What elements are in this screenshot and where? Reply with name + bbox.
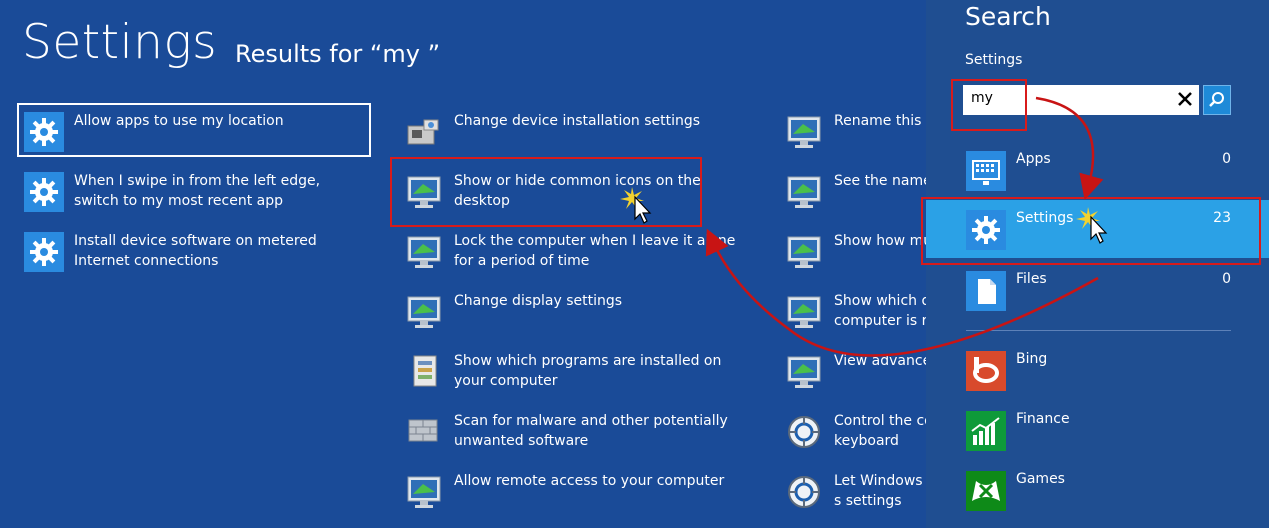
result-label: See the name — [834, 173, 926, 189]
result-label: Lock the computer when I leave it alone … — [454, 233, 736, 269]
app-bing[interactable]: Bing — [926, 341, 1269, 399]
result-label: Control the co keyboard — [834, 413, 926, 449]
result-rename-computer[interactable]: Rename this c — [778, 104, 926, 156]
wall-icon — [404, 412, 444, 452]
scope-label: Files — [1016, 271, 1047, 287]
result-label: Install device software on metered Inter… — [74, 233, 317, 269]
gear-icon — [24, 232, 64, 272]
gear-icon — [24, 172, 64, 212]
result-allow-apps-location[interactable]: Allow apps to use my location — [17, 103, 371, 157]
search-button[interactable] — [1203, 85, 1231, 115]
cursor-icon — [620, 185, 660, 225]
gear-icon — [24, 112, 64, 152]
app-label: Games — [1016, 471, 1065, 487]
scope-label: Apps — [1016, 151, 1051, 167]
monitor-icon — [404, 232, 444, 272]
highlight-box-search — [951, 79, 1027, 131]
page-title: Settings — [22, 15, 218, 70]
apps-icon — [966, 151, 1006, 191]
result-see-name[interactable]: See the name — [778, 164, 926, 216]
results-subtitle: Results for “my ” — [235, 40, 440, 68]
file-icon — [966, 271, 1006, 311]
result-label: Allow remote access to your computer — [454, 473, 725, 489]
result-swipe-left-edge[interactable]: When I swipe in from the left edge, swit… — [18, 164, 370, 216]
results-pane: Settings Results for “my ” Allow apps to… — [0, 0, 926, 528]
finance-icon — [966, 411, 1006, 451]
result-label: Scan for malware and other potentially u… — [454, 413, 728, 449]
result-view-advanced[interactable]: View advance — [778, 344, 926, 396]
games-icon — [966, 471, 1006, 511]
result-installed-programs[interactable]: Show which programs are installed on you… — [398, 344, 750, 396]
app-label: Bing — [1016, 351, 1048, 367]
result-control-keyboard[interactable]: Control the co keyboard — [778, 404, 926, 456]
scope-count: 0 — [1222, 151, 1231, 167]
app-games[interactable]: Games — [926, 461, 1269, 519]
search-icon — [1208, 91, 1226, 113]
scope-count: 0 — [1222, 271, 1231, 287]
result-label: View advance — [834, 353, 926, 369]
scope-apps[interactable]: Apps 0 — [926, 141, 1269, 199]
programs-icon — [404, 352, 444, 392]
monitor-icon — [784, 352, 824, 392]
result-label: Rename this c — [834, 113, 926, 129]
search-scope-label: Settings — [965, 52, 1023, 68]
result-install-device-software[interactable]: Install device software on metered Inter… — [18, 224, 370, 276]
app-label: Finance — [1016, 411, 1070, 427]
cursor-icon — [1076, 205, 1116, 245]
close-icon[interactable] — [1173, 87, 1197, 111]
result-show-how-much[interactable]: Show how mu — [778, 224, 926, 276]
result-let-windows-settings[interactable]: Let Windows s settings — [778, 464, 926, 516]
ease-of-access-icon — [784, 472, 824, 512]
result-label: Show how mu — [834, 233, 926, 249]
ease-of-access-icon — [784, 412, 824, 452]
result-scan-malware[interactable]: Scan for malware and other potentially u… — [398, 404, 750, 456]
monitor-icon — [784, 172, 824, 212]
result-lock-computer[interactable]: Lock the computer when I leave it alone … — [398, 224, 750, 276]
result-label: Let Windows s settings — [834, 473, 923, 509]
result-label: Change device installation settings — [454, 113, 701, 129]
device-install-icon — [404, 112, 444, 152]
monitor-icon — [784, 232, 824, 272]
divider — [966, 330, 1231, 331]
monitor-icon — [784, 292, 824, 332]
scope-files[interactable]: Files 0 — [926, 261, 1269, 319]
monitor-icon — [404, 292, 444, 332]
result-label: Allow apps to use my location — [74, 113, 284, 129]
result-show-which-os[interactable]: Show which o computer is ru — [778, 284, 926, 336]
monitor-icon — [404, 472, 444, 512]
result-label: When I swipe in from the left edge, swit… — [74, 173, 321, 209]
result-change-display-settings[interactable]: Change display settings — [398, 284, 750, 336]
monitor-icon — [784, 112, 824, 152]
result-label: Show which o computer is ru — [834, 293, 926, 329]
result-label: Show which programs are installed on you… — [454, 353, 722, 389]
app-finance[interactable]: Finance — [926, 401, 1269, 459]
result-device-installation-settings[interactable]: Change device installation settings — [398, 104, 750, 156]
search-pane: Search Settings Apps 0 Settings 23 Files… — [921, 0, 1269, 528]
result-remote-access[interactable]: Allow remote access to your computer — [398, 464, 750, 516]
result-label: Change display settings — [454, 293, 623, 309]
search-title: Search — [965, 2, 1051, 31]
bing-icon — [966, 351, 1006, 391]
